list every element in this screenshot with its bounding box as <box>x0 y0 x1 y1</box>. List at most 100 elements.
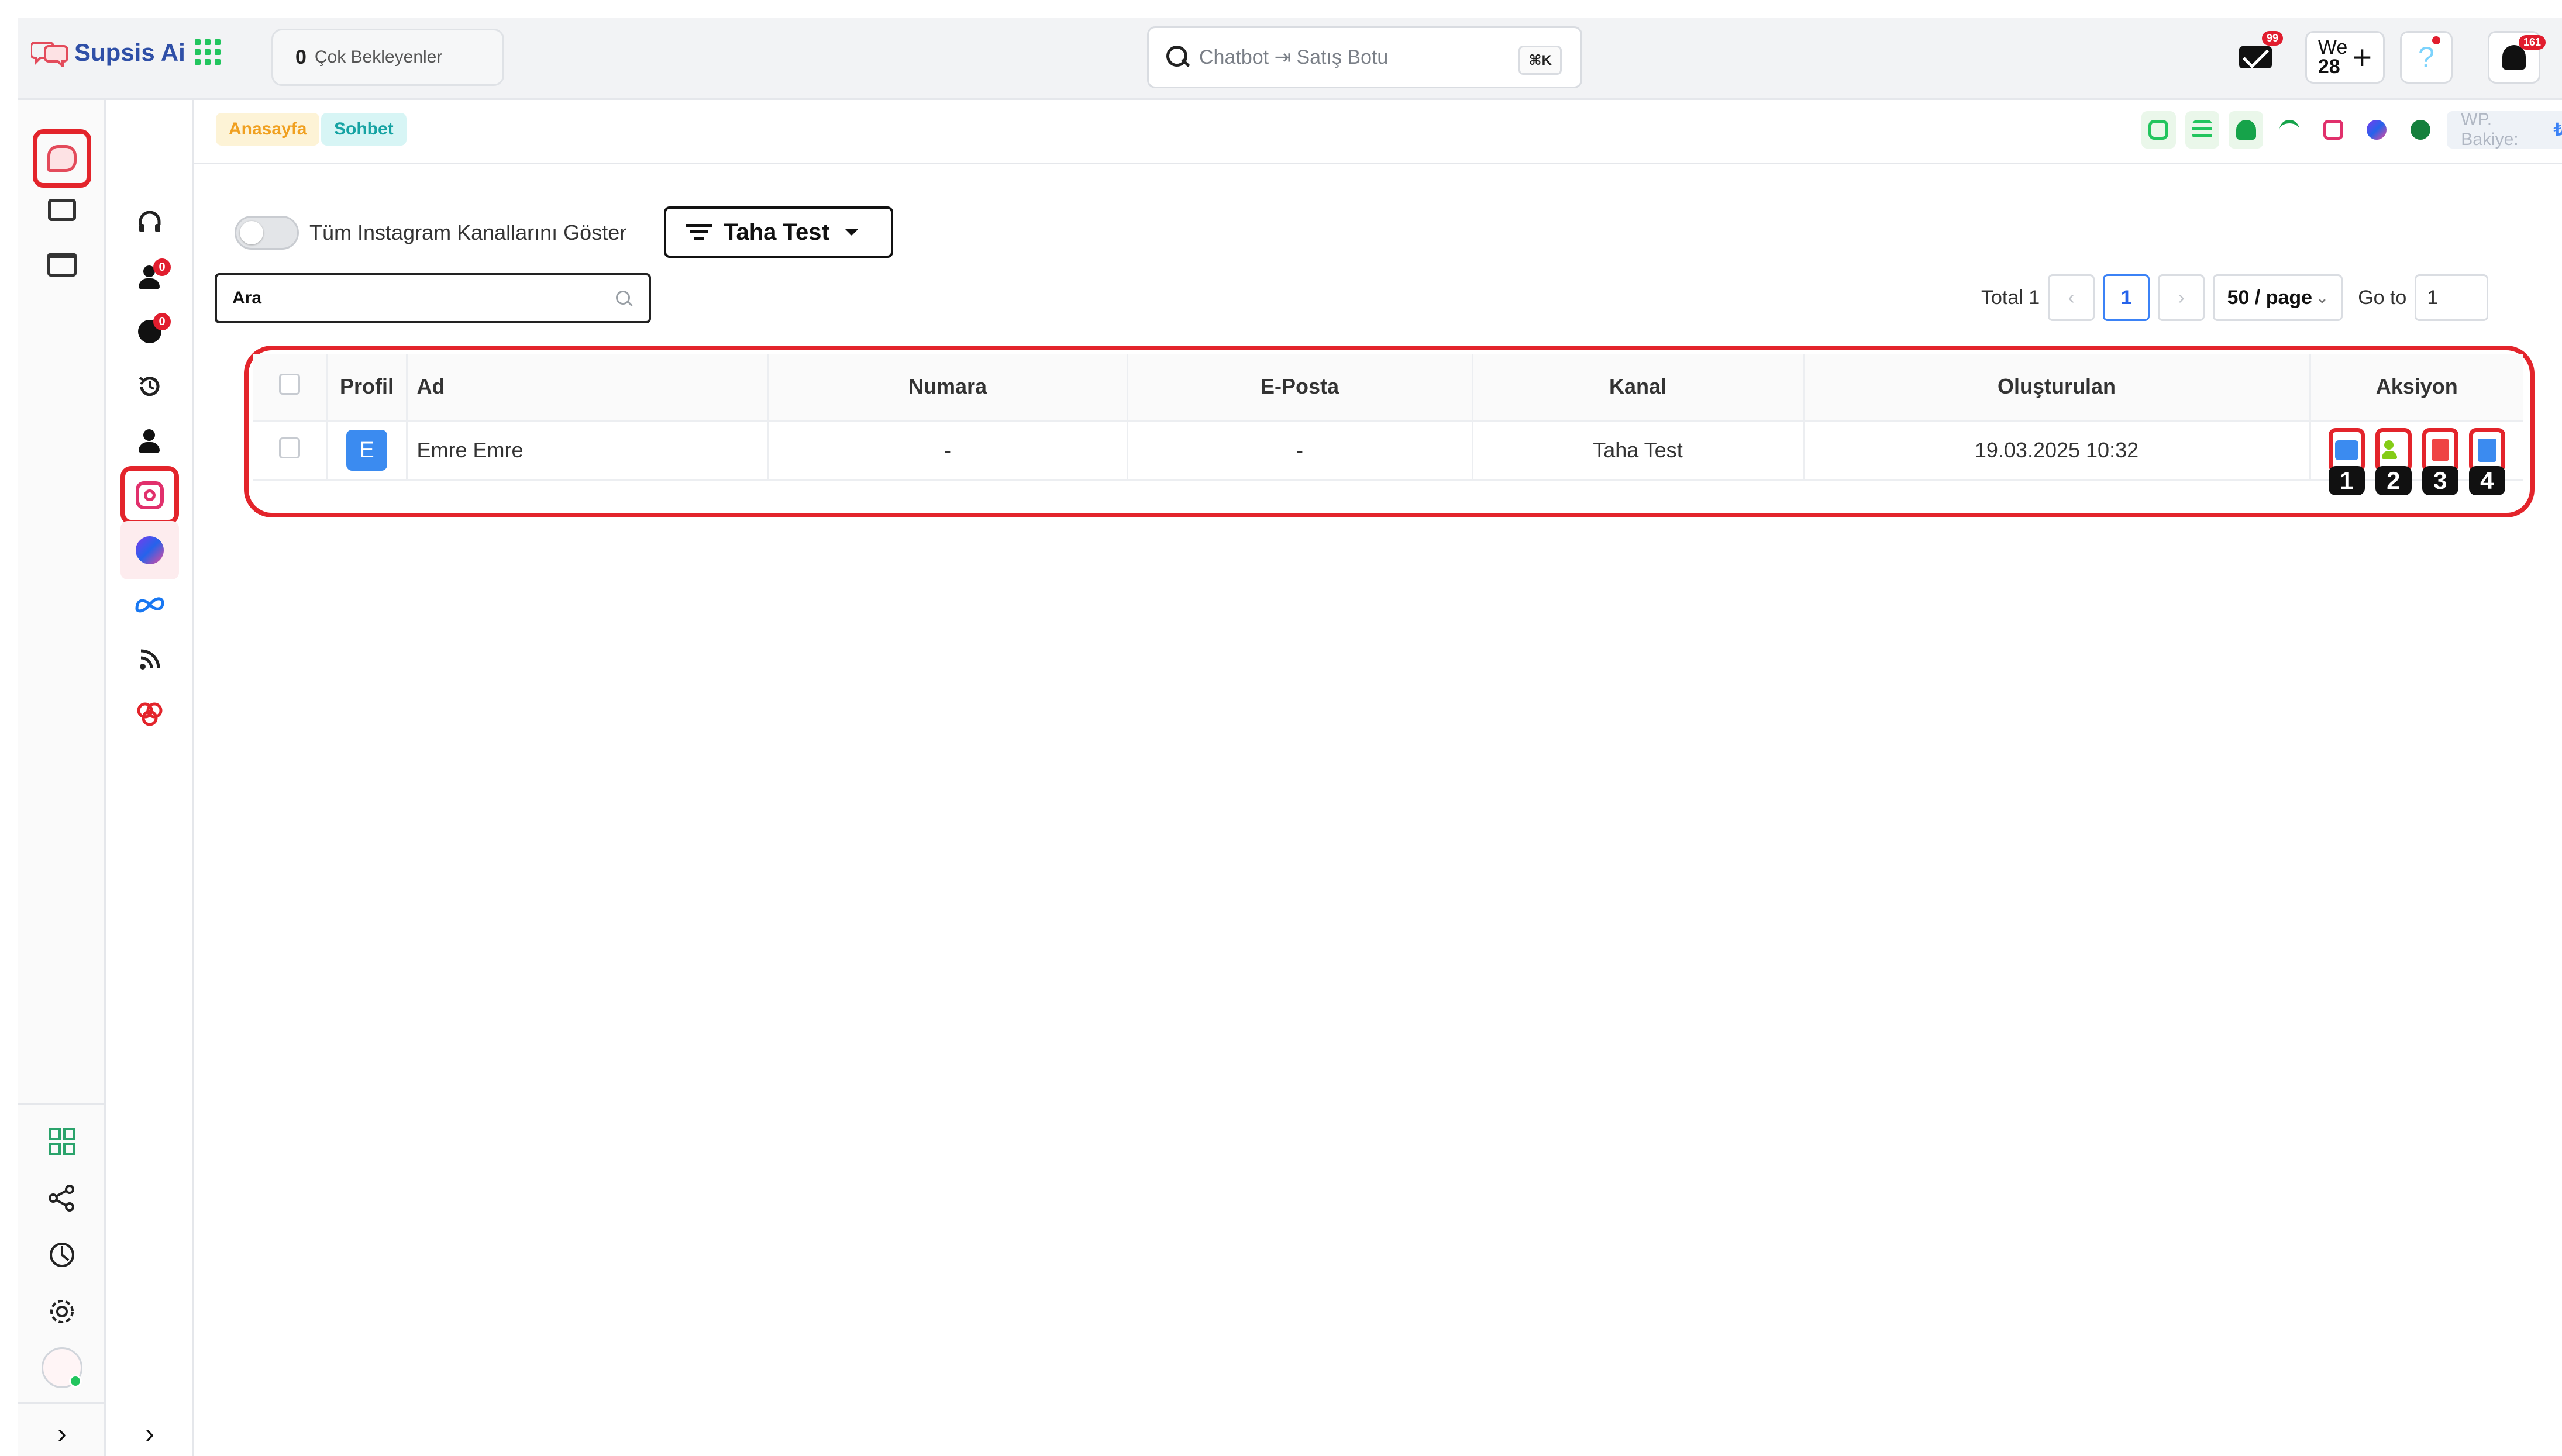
rail-chat[interactable] <box>33 129 91 188</box>
col-aksiyon: Aksiyon <box>2310 354 2523 422</box>
plus-icon: + <box>2352 38 2372 77</box>
logo[interactable]: Supsis Ai <box>31 38 185 67</box>
wp-balance: WP. Bakiye: ₺99,50 <box>2447 110 2562 149</box>
user-avatar[interactable] <box>33 1338 91 1397</box>
mail-button[interactable]: 99 <box>2229 31 2284 84</box>
we-count-button[interactable]: We 28 + <box>2305 31 2385 84</box>
wifi-channel[interactable] <box>2272 111 2307 149</box>
chatbot-channel[interactable] <box>2141 111 2176 149</box>
rail2-blocked[interactable]: 0 <box>120 302 179 361</box>
search-icon <box>616 291 633 308</box>
tab-anasayfa[interactable]: Anasayfa <box>216 113 320 146</box>
page-size-select[interactable]: 50 / page ⌄ <box>2213 274 2343 321</box>
rail-apps[interactable] <box>33 1112 91 1171</box>
rail2-group[interactable] <box>120 412 179 470</box>
delete-button[interactable]: 3 <box>2422 428 2458 495</box>
rail2-agent[interactable] <box>120 194 179 252</box>
contact-search-input[interactable]: Ara <box>215 273 651 323</box>
created-cell: 19.03.2025 10:32 <box>1803 420 2311 481</box>
toggle-label: Tüm Instagram Kanallarını Göster <box>309 220 627 244</box>
pending-chats-button[interactable]: 0 Çok Bekleyenler <box>271 29 504 86</box>
rail2-history[interactable] <box>120 357 179 416</box>
notifications-button[interactable]: 161 <box>2488 31 2546 84</box>
marker-3: 3 <box>2422 466 2458 495</box>
caret-down-icon <box>844 229 859 236</box>
expand-sidebar-button[interactable]: › <box>33 1404 91 1456</box>
assign-agent-button[interactable]: 2 <box>2375 428 2412 495</box>
rail2-messenger[interactable] <box>120 521 179 579</box>
next-page-button[interactable]: › <box>2158 274 2205 321</box>
email-cell: - <box>1127 420 1473 481</box>
trash-icon <box>2431 439 2449 461</box>
page-1-button[interactable]: 1 <box>2103 274 2150 321</box>
group-icon <box>136 429 163 453</box>
rail2-integration[interactable] <box>120 685 179 743</box>
rail2-meta[interactable] <box>120 575 179 634</box>
table-row[interactable]: E Emre Emre - - Taha Test 19.03.2025 10:… <box>253 420 2523 495</box>
messenger-icon <box>2367 120 2387 140</box>
actions-cell: 1 2 3 4 <box>2310 420 2523 495</box>
contact-details-button[interactable]: 4 <box>2468 428 2505 495</box>
balance-label: WP. Bakiye: <box>2461 110 2519 149</box>
marker-1: 1 <box>2328 466 2365 495</box>
prev-page-button[interactable]: ‹ <box>2048 274 2095 321</box>
app-window: Supsis Ai 0 Çok Bekleyenler Chatbot ⇥ Sa… <box>18 18 2562 1456</box>
chevron-down-icon: ⌄ <box>2316 288 2329 306</box>
rail2-rss[interactable] <box>120 630 179 689</box>
blocked-badge: 0 <box>153 313 171 330</box>
goto-page-input[interactable]: 1 <box>2415 274 2489 321</box>
pending-count: 0 <box>295 46 307 68</box>
notification-badge: 161 <box>2519 35 2546 50</box>
rail2-instagram[interactable] <box>120 466 179 525</box>
col-kanal: Kanal <box>1472 354 1805 422</box>
start-chat-button[interactable]: 1 <box>2328 428 2365 495</box>
rail-contacts[interactable] <box>33 181 91 239</box>
we-count: 28 <box>2317 56 2340 78</box>
history-icon <box>139 377 160 396</box>
profile-cell: E <box>327 420 408 481</box>
goto-label: Go to <box>2358 286 2407 309</box>
inbox-icon <box>47 253 77 277</box>
voice-icon <box>2236 120 2256 140</box>
marker-4: 4 <box>2468 466 2505 495</box>
tab-bar: Anasayfa Sohbet WP. Bakiye: ₺99,50 <box>194 100 2562 164</box>
other-channel[interactable] <box>2403 111 2438 149</box>
integration-icon <box>137 702 163 726</box>
chevron-right-icon: › <box>57 1418 67 1448</box>
show-all-instagram-toggle[interactable] <box>235 216 299 250</box>
rail-share[interactable] <box>33 1169 91 1227</box>
help-button[interactable]: ? <box>2400 31 2453 84</box>
primary-sidebar: › <box>18 100 106 1456</box>
rail-reports[interactable] <box>33 1226 91 1284</box>
list-channel[interactable] <box>2185 111 2220 149</box>
global-search-input[interactable]: Chatbot ⇥ Satış Botu ⌘K <box>1147 26 1582 88</box>
contact-document-icon <box>2477 439 2496 462</box>
list-icon <box>2192 120 2212 140</box>
select-all-checkbox[interactable] <box>279 373 301 395</box>
rail2-queue[interactable]: 0 <box>120 248 179 306</box>
instagram-channel[interactable] <box>2316 111 2351 149</box>
apps-grid-icon[interactable] <box>195 39 221 65</box>
name-cell: Emre Emre <box>407 420 769 481</box>
tab-sohbet[interactable]: Sohbet <box>321 113 407 146</box>
col-ad: Ad <box>407 354 769 422</box>
row-checkbox[interactable] <box>279 437 301 458</box>
channel-status-strip: WP. Bakiye: ₺99,50 <box>2141 110 2562 149</box>
contacts-table: Profil Ad Numara E-Posta Kanal Oluşturul… <box>253 354 2523 495</box>
channel-filter-dropdown[interactable]: Taha Test <box>664 206 893 258</box>
queue-badge: 0 <box>153 258 171 276</box>
instagram-icon <box>136 481 164 509</box>
instagram-icon <box>2323 120 2343 140</box>
robot-icon <box>2148 120 2169 140</box>
search-shortcut: ⌘K <box>1518 46 1562 75</box>
rail-inbox[interactable] <box>33 236 91 294</box>
voice-channel[interactable] <box>2229 111 2263 149</box>
chat-icon <box>2334 440 2358 460</box>
filter-label: Taha Test <box>724 219 829 245</box>
rail-settings[interactable] <box>33 1282 91 1341</box>
messenger-channel[interactable] <box>2360 111 2394 149</box>
col-eposta: E-Posta <box>1127 354 1473 422</box>
expand-secondary-button[interactable]: › <box>120 1404 179 1456</box>
pagination: Total 1 ‹ 1 › 50 / page ⌄ Go to 1 <box>1981 274 2489 321</box>
rss-icon <box>140 649 160 670</box>
